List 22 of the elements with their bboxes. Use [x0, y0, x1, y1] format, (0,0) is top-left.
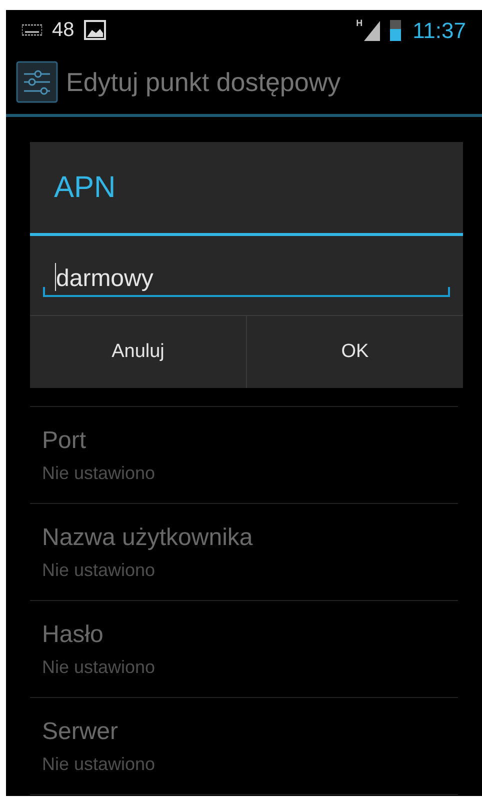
text-field[interactable]: darmowy — [43, 254, 450, 296]
setting-summary: Nie ustawiono — [42, 462, 156, 484]
setting-title: Port — [42, 426, 88, 456]
settings-item[interactable]: Port Nie ustawiono — [30, 407, 458, 504]
dialog-button[interactable]: Anuluj — [30, 316, 246, 388]
notification-count: 48 — [52, 18, 74, 43]
clock: 11:37 — [412, 16, 466, 44]
settings-item[interactable]: Hasło Nie ustawiono — [30, 601, 458, 698]
dialog-button[interactable]: OK — [246, 316, 463, 388]
setting-summary: Nie ustawiono — [42, 656, 156, 678]
image-icon — [84, 20, 106, 40]
dialog-title: APN — [54, 170, 116, 206]
setting-title: Nazwa użytkownika — [42, 522, 254, 553]
setting-title: Hasło — [42, 620, 104, 650]
screen-title: Edytuj punkt dostępowy — [66, 66, 341, 98]
setting-title: Serwer — [42, 716, 120, 747]
settings-item[interactable]: Serwer Nie ustawiono — [30, 698, 458, 795]
sliders-icon — [16, 61, 58, 103]
setting-summary: Nie ustawiono — [42, 558, 156, 582]
settings-item[interactable]: Nazwa użytkownika Nie ustawiono — [30, 504, 458, 601]
keyboard-icon — [22, 24, 42, 36]
setting-summary: Nie ustawiono — [42, 752, 156, 776]
